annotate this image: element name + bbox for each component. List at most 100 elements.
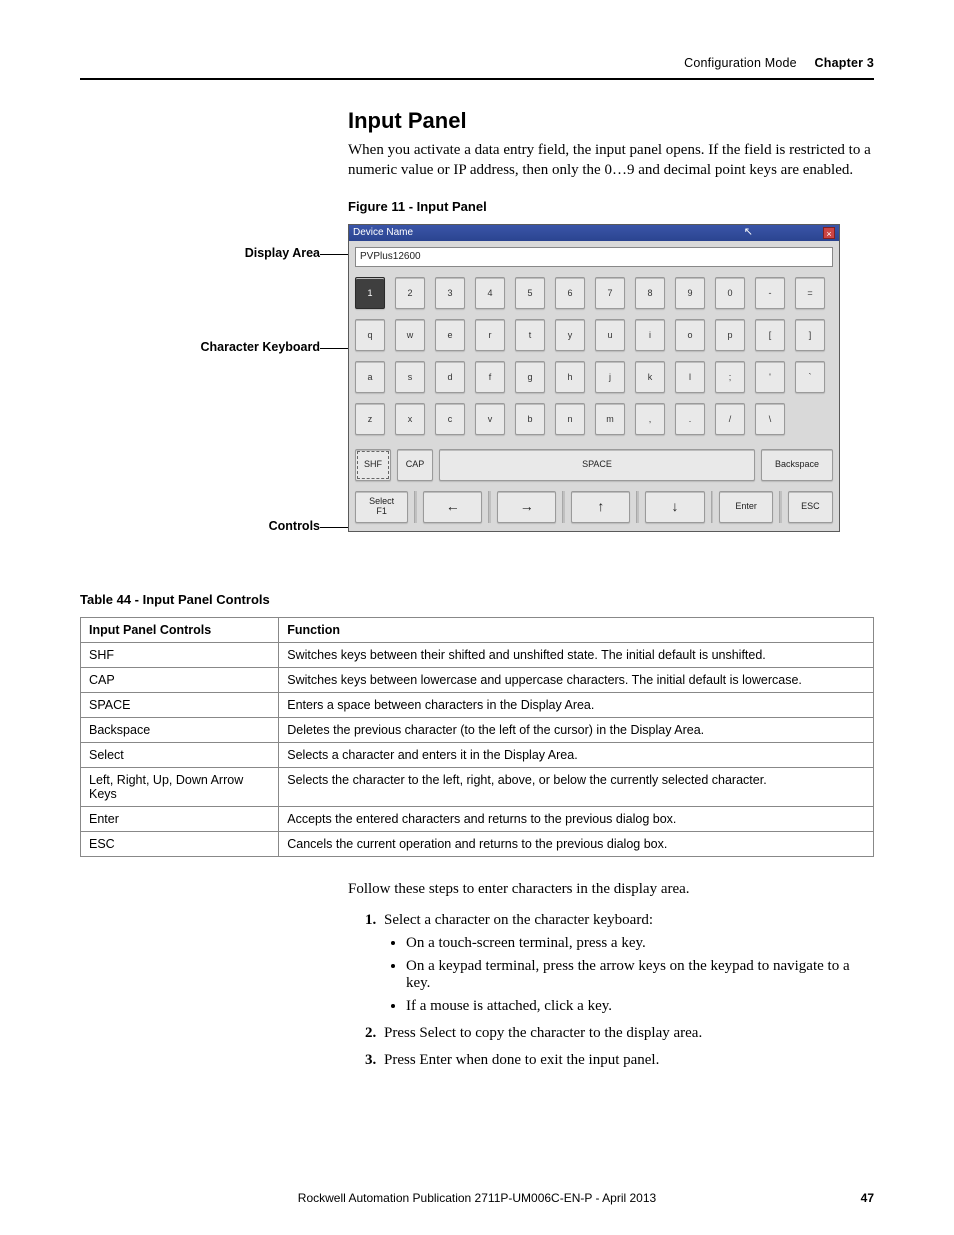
key-k[interactable]: k: [635, 361, 665, 393]
callout-controls: Controls: [230, 519, 320, 533]
key-rbracket[interactable]: ]: [795, 319, 825, 351]
key-d[interactable]: d: [435, 361, 465, 393]
list-item: On a keypad terminal, press the arrow ke…: [406, 958, 874, 992]
input-panel-titlebar: Device Name ↖ ×: [349, 225, 839, 241]
display-area-field[interactable]: PVPlus12600: [355, 247, 833, 267]
figure-input-panel: Display Area Character Keyboard Controls…: [80, 224, 874, 584]
key-0[interactable]: 0: [715, 277, 745, 309]
key-comma[interactable]: ,: [635, 403, 665, 435]
table-cell: Selects a character and enters it in the…: [279, 742, 874, 767]
table-row: Left, Right, Up, Down Arrow KeysSelects …: [81, 767, 874, 806]
page-footer: Rockwell Automation Publication 2711P-UM…: [80, 1191, 874, 1205]
key-m[interactable]: m: [595, 403, 625, 435]
key-y[interactable]: y: [555, 319, 585, 351]
divider: [711, 491, 714, 523]
key-j[interactable]: j: [595, 361, 625, 393]
key-v[interactable]: v: [475, 403, 505, 435]
up-arrow-button[interactable]: ↑: [571, 491, 630, 523]
key-4[interactable]: 4: [475, 277, 505, 309]
key-quote[interactable]: ': [755, 361, 785, 393]
table-row: SPACEEnters a space between characters i…: [81, 692, 874, 717]
steps-list: Select a character on the character keyb…: [380, 912, 874, 1069]
enter-button[interactable]: Enter: [719, 491, 772, 523]
divider: [779, 491, 782, 523]
key-z[interactable]: z: [355, 403, 385, 435]
key-equals[interactable]: =: [795, 277, 825, 309]
table-row: ESCCancels the current operation and ret…: [81, 831, 874, 856]
key-g[interactable]: g: [515, 361, 545, 393]
table-row: EnterAccepts the entered characters and …: [81, 806, 874, 831]
cap-button[interactable]: CAP: [397, 449, 433, 481]
table-cell: Accepts the entered characters and retur…: [279, 806, 874, 831]
key-u[interactable]: u: [595, 319, 625, 351]
key-s[interactable]: s: [395, 361, 425, 393]
key-backtick[interactable]: `: [795, 361, 825, 393]
table-cell: CAP: [81, 667, 279, 692]
table-header: Input Panel Controls: [81, 617, 279, 642]
input-panel-title: Device Name: [353, 225, 413, 241]
key-l[interactable]: l: [675, 361, 705, 393]
table-cell: Left, Right, Up, Down Arrow Keys: [81, 767, 279, 806]
left-arrow-button[interactable]: ←: [423, 491, 482, 523]
table-cell: ESC: [81, 831, 279, 856]
key-c[interactable]: c: [435, 403, 465, 435]
key-9[interactable]: 9: [675, 277, 705, 309]
backspace-button[interactable]: Backspace: [761, 449, 833, 481]
key-w[interactable]: w: [395, 319, 425, 351]
key-x[interactable]: x: [395, 403, 425, 435]
list-item: If a mouse is attached, click a key.: [406, 998, 874, 1015]
key-3[interactable]: 3: [435, 277, 465, 309]
key-8[interactable]: 8: [635, 277, 665, 309]
table-cell: Cancels the current operation and return…: [279, 831, 874, 856]
callout-label: Controls: [269, 519, 320, 533]
table-cell: Selects the character to the left, right…: [279, 767, 874, 806]
table-caption: Table 44 - Input Panel Controls: [80, 592, 874, 607]
key-1[interactable]: 1: [355, 277, 385, 309]
key-semicolon[interactable]: ;: [715, 361, 745, 393]
key-o[interactable]: o: [675, 319, 705, 351]
key-period[interactable]: .: [675, 403, 705, 435]
right-arrow-button[interactable]: →: [497, 491, 556, 523]
key-t[interactable]: t: [515, 319, 545, 351]
key-f[interactable]: f: [475, 361, 505, 393]
table-cell: Deletes the previous character (to the l…: [279, 717, 874, 742]
shf-button[interactable]: SHF: [355, 449, 391, 481]
table-row: SHFSwitches keys between their shifted a…: [81, 642, 874, 667]
table-cell: Enters a space between characters in the…: [279, 692, 874, 717]
key-b[interactable]: b: [515, 403, 545, 435]
key-5[interactable]: 5: [515, 277, 545, 309]
esc-button[interactable]: ESC: [788, 491, 833, 523]
key-q[interactable]: q: [355, 319, 385, 351]
key-minus[interactable]: -: [755, 277, 785, 309]
table-row: CAPSwitches keys between lowercase and u…: [81, 667, 874, 692]
divider: [488, 491, 491, 523]
key-n[interactable]: n: [555, 403, 585, 435]
key-lbracket[interactable]: [: [755, 319, 785, 351]
close-icon[interactable]: ×: [823, 227, 835, 239]
select-button[interactable]: Select F1: [355, 491, 408, 523]
key-2[interactable]: 2: [395, 277, 425, 309]
controls-row-1: SHF CAP SPACE Backspace: [349, 447, 839, 483]
table-row: BackspaceDeletes the previous character …: [81, 717, 874, 742]
key-e[interactable]: e: [435, 319, 465, 351]
key-i[interactable]: i: [635, 319, 665, 351]
space-button[interactable]: SPACE: [439, 449, 755, 481]
key-backslash[interactable]: \: [755, 403, 785, 435]
down-arrow-button[interactable]: ↓: [645, 491, 704, 523]
key-slash[interactable]: /: [715, 403, 745, 435]
key-7[interactable]: 7: [595, 277, 625, 309]
key-p[interactable]: p: [715, 319, 745, 351]
list-item: On a touch-screen terminal, press a key.: [406, 935, 874, 952]
key-h[interactable]: h: [555, 361, 585, 393]
callout-display-area: Display Area: [200, 246, 320, 260]
step-1-bullets: On a touch-screen terminal, press a key.…: [384, 935, 874, 1015]
key-6[interactable]: 6: [555, 277, 585, 309]
controls-row-2: Select F1 ← → ↑ ↓ Enter ESC: [349, 489, 839, 531]
step-2: Press Select to copy the character to th…: [380, 1025, 874, 1042]
key-r[interactable]: r: [475, 319, 505, 351]
page-number: 47: [861, 1191, 874, 1205]
character-keyboard: 1 2 3 4 5 6 7 8 9 0 - = q: [349, 273, 839, 447]
table-cell: Select: [81, 742, 279, 767]
key-a[interactable]: a: [355, 361, 385, 393]
running-head-section: Configuration Mode: [684, 56, 797, 70]
